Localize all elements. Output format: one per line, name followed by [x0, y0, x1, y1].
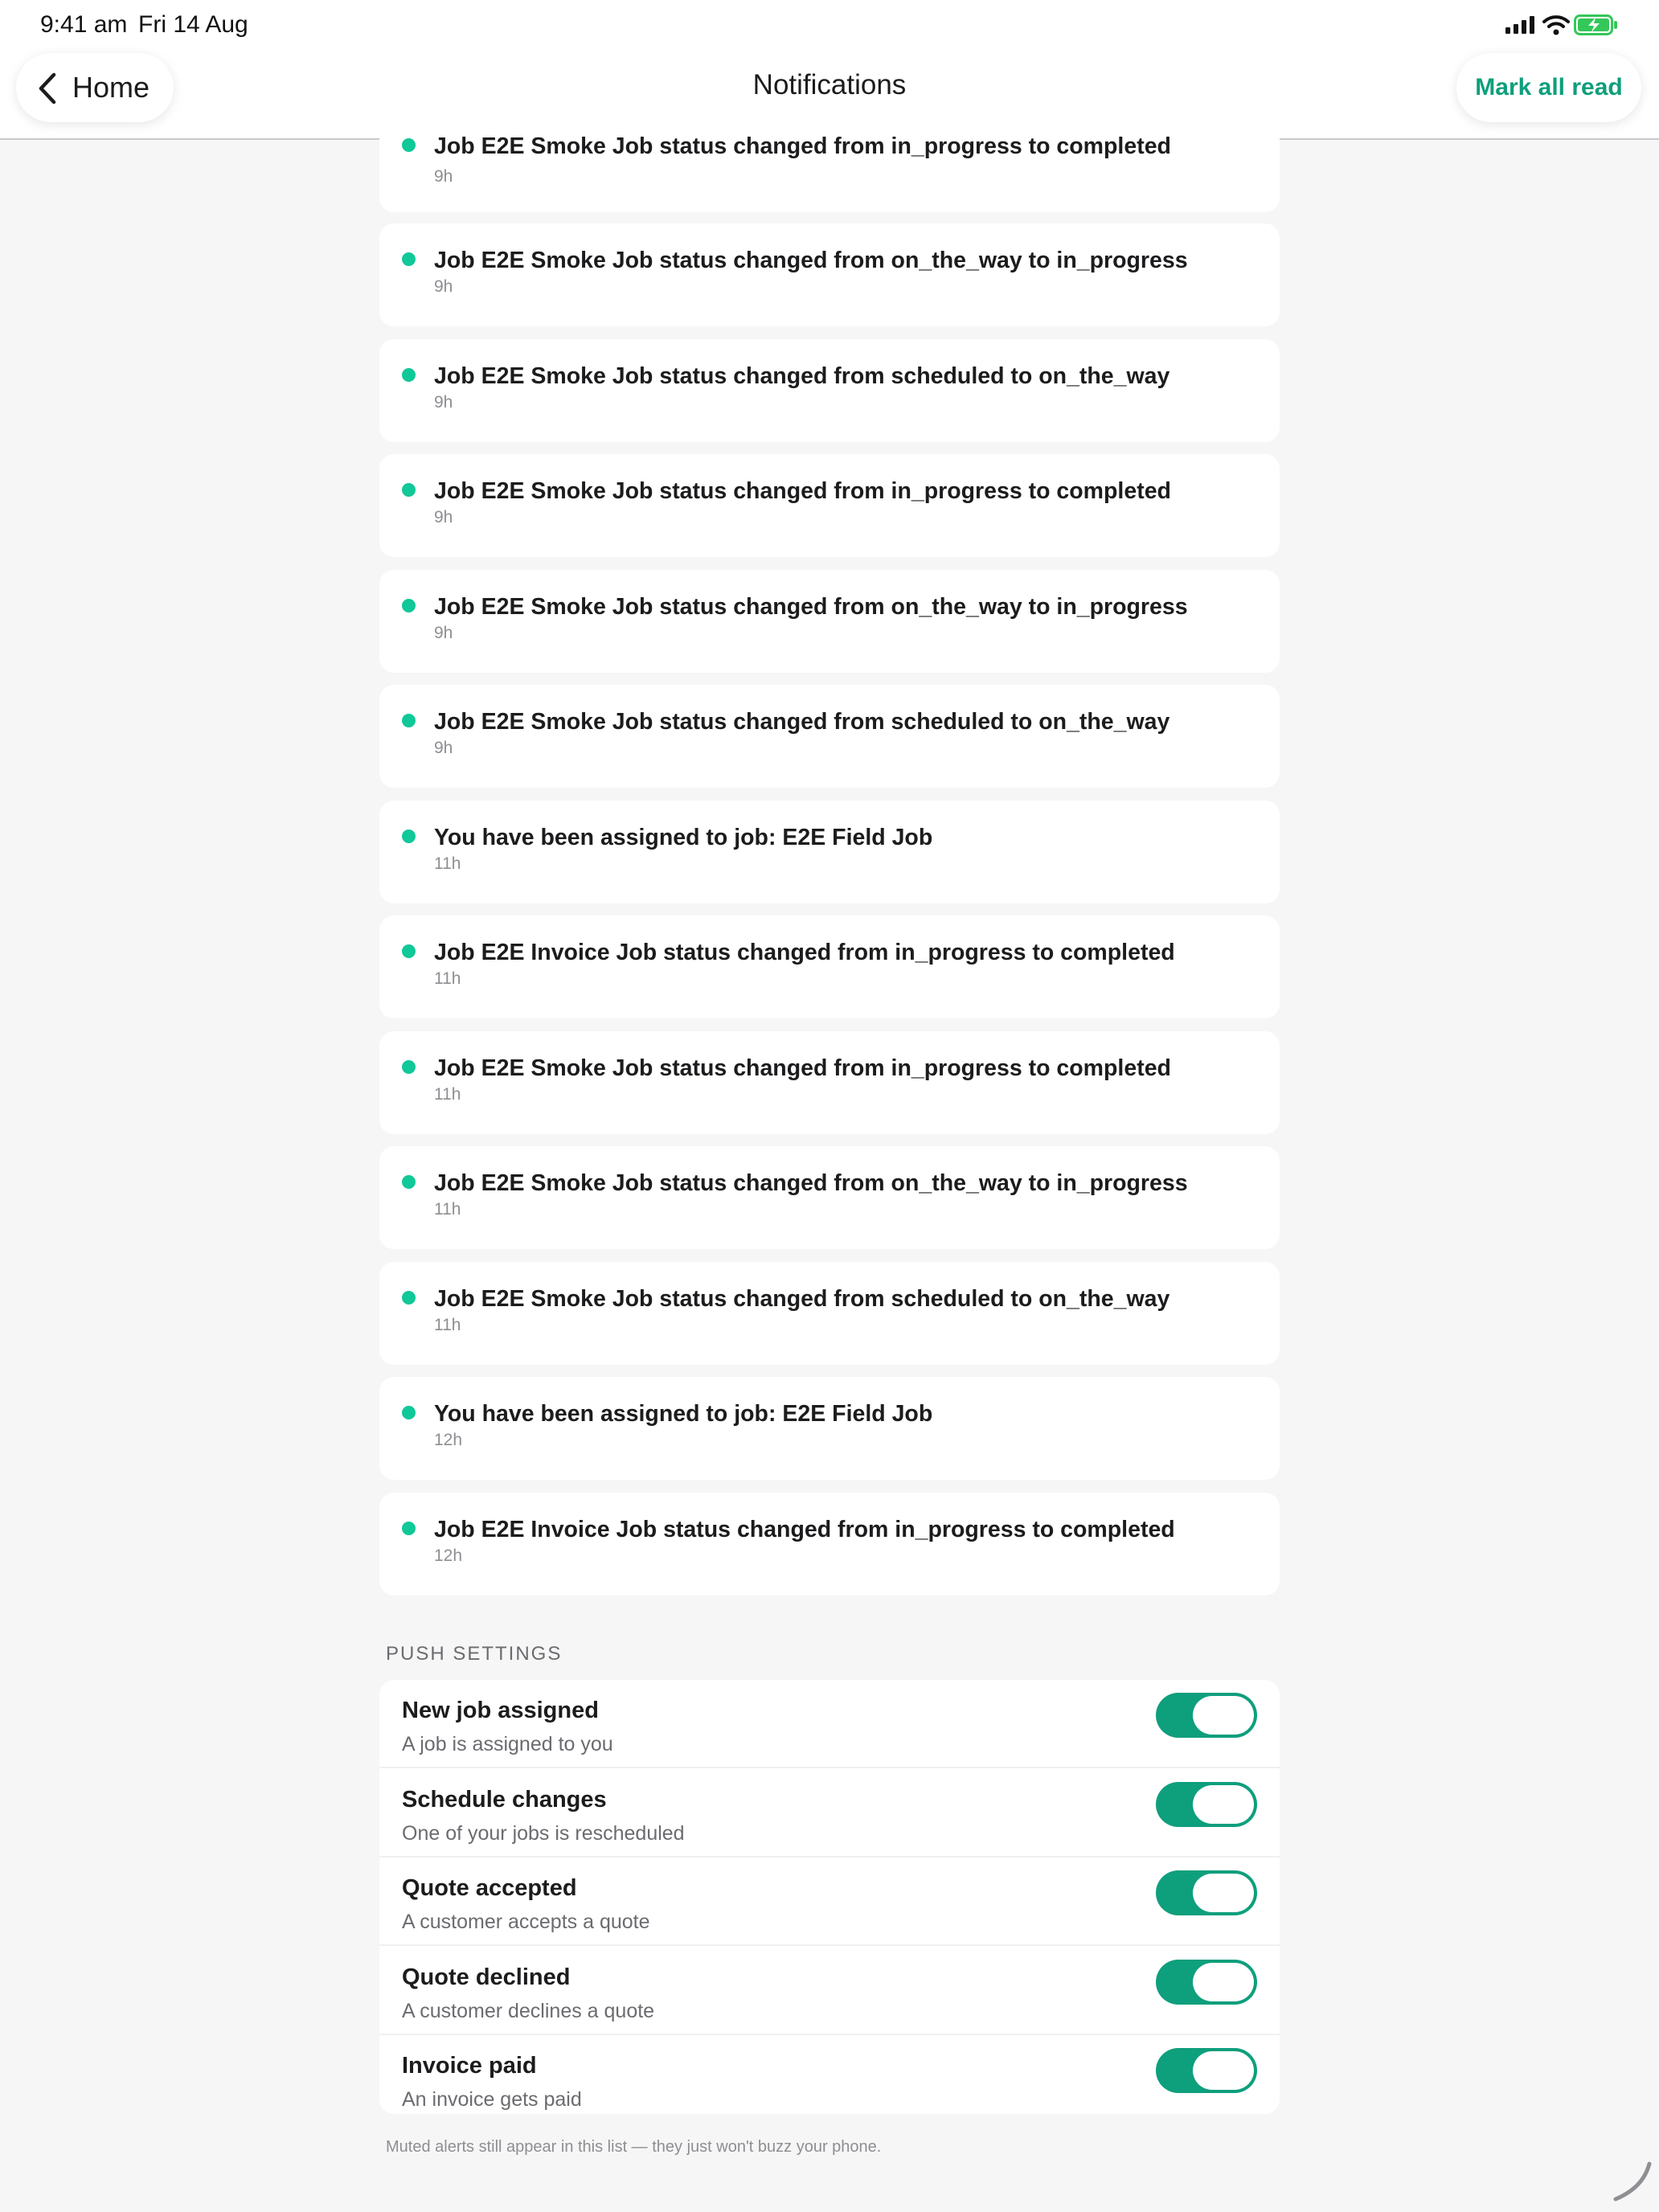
notification-text: Job E2E Smoke Job status changed from sc…	[434, 709, 1170, 735]
notification-item[interactable]: Job E2E Smoke Job status changed from on…	[379, 569, 1280, 673]
notification-time: 9h	[434, 739, 453, 757]
status-time: 9:41 am	[40, 11, 128, 38]
scroll-indicator-icon	[1613, 2161, 1652, 2202]
notification-text: Job E2E Smoke Job status changed from on…	[434, 1170, 1188, 1196]
unread-dot-icon	[402, 944, 416, 958]
notification-item[interactable]: Job E2E Invoice Job status changed from …	[379, 1492, 1280, 1596]
push-settings-footnote: Muted alerts still appear in this list —…	[386, 2138, 882, 2156]
toggle-knob	[1193, 1784, 1254, 1824]
toggle-knob	[1193, 1696, 1254, 1735]
setting-toggle[interactable]	[1156, 1959, 1257, 2005]
setting-row: Schedule changes One of your jobs is resc…	[379, 1769, 1280, 1858]
notification-time: 9h	[434, 392, 453, 412]
setting-subtitle: A customer declines a quote	[402, 1999, 655, 2022]
toggle-knob	[1193, 1962, 1254, 2001]
setting-title: Quote accepted	[402, 1875, 577, 1901]
setting-title: Quote declined	[402, 1964, 571, 1990]
wifi-icon	[1542, 15, 1570, 35]
setting-subtitle: One of your jobs is rescheduled	[402, 1821, 685, 1845]
status-bar: 9:41 am Fri 14 Aug	[0, 0, 1659, 50]
unread-dot-icon	[402, 138, 416, 152]
notification-item[interactable]: Job E2E Smoke Job status changed from in…	[379, 1030, 1280, 1134]
notification-text: Job E2E Smoke Job status changed from in…	[434, 478, 1171, 504]
setting-subtitle: A job is assigned to you	[402, 1733, 613, 1755]
notification-time: 9h	[434, 167, 453, 186]
notification-time: 9h	[434, 508, 453, 526]
notification-item[interactable]: Job E2E Smoke Job status changed from on…	[379, 1146, 1280, 1249]
setting-toggle[interactable]	[1156, 1781, 1257, 1827]
setting-row: Quote declined A customer declines a quot…	[379, 1947, 1280, 2035]
setting-toggle[interactable]	[1156, 1693, 1257, 1738]
notification-time: 11h	[434, 1200, 461, 1219]
notification-text: You have been assigned to job: E2E Field…	[434, 824, 933, 850]
unread-dot-icon	[402, 1059, 416, 1074]
unread-dot-icon	[402, 1406, 416, 1419]
notification-item[interactable]: Job E2E Smoke Job status changed from sc…	[379, 685, 1280, 788]
unread-dot-icon	[402, 483, 416, 497]
page-title: Notifications	[752, 69, 907, 100]
notification-item[interactable]: Job E2E Smoke Job status changed from on…	[379, 223, 1280, 326]
notification-time: 12h	[434, 1431, 463, 1449]
notification-time: 9h	[434, 277, 453, 296]
notification-text: Job E2E Invoice Job status changed from …	[434, 1516, 1175, 1542]
setting-toggle[interactable]	[1156, 2048, 1257, 2093]
notification-item[interactable]: You have been assigned to job: E2E Field…	[379, 800, 1280, 903]
setting-subtitle: A customer accepts a quote	[402, 1911, 650, 1933]
unread-dot-icon	[402, 829, 416, 843]
unread-dot-icon	[402, 714, 416, 727]
setting-row: New job assigned A job is assigned to you	[379, 1680, 1280, 1768]
navigation-bar: Home Notifications Mark all read	[0, 50, 1659, 140]
notification-text: Job E2E Smoke Job status changed from on…	[434, 593, 1188, 620]
setting-title: Schedule changes	[402, 1786, 607, 1813]
notification-time: 12h	[434, 1546, 463, 1565]
notification-time: 11h	[434, 969, 461, 988]
notification-item[interactable]: Job E2E Smoke Job status changed from sc…	[379, 338, 1280, 442]
unread-dot-icon	[402, 252, 416, 266]
notification-text: Job E2E Smoke Job status changed from sc…	[434, 363, 1170, 389]
push-settings-group: New job assigned A job is assigned to you…	[379, 1680, 1280, 2114]
push-settings-header: PUSH SETTINGS	[386, 1643, 563, 1665]
notification-text: Job E2E Smoke Job status changed from on…	[434, 248, 1188, 273]
notification-item[interactable]: Job E2E Smoke Job status changed from sc…	[379, 1261, 1280, 1365]
notification-item[interactable]: Job E2E Invoice Job status changed from …	[379, 916, 1280, 1018]
cellular-signal-icon	[1505, 16, 1534, 34]
notification-text: You have been assigned to job: E2E Field…	[434, 1401, 933, 1427]
notification-text: Job E2E Smoke Job status changed from in…	[434, 1055, 1171, 1081]
notification-item[interactable]: Job E2E Smoke Job status changed from in…	[379, 454, 1280, 557]
setting-row: Quote accepted A customer accepts a quote	[379, 1858, 1280, 1946]
toggle-knob	[1193, 1874, 1254, 1912]
notification-text: Job E2E Smoke Job status changed from sc…	[434, 1285, 1170, 1312]
unread-dot-icon	[402, 367, 416, 382]
notification-time: 11h	[434, 1315, 461, 1334]
battery-charging-icon	[1574, 14, 1617, 35]
unread-dot-icon	[402, 1521, 416, 1535]
mark-all-read-button[interactable]: Mark all read	[1456, 53, 1641, 122]
setting-title: Invoice paid	[402, 2053, 537, 2079]
setting-toggle[interactable]	[1156, 1870, 1257, 1915]
notification-time: 9h	[434, 623, 453, 642]
unread-dot-icon	[402, 1290, 416, 1305]
notification-item[interactable]: You have been assigned to job: E2E Field…	[379, 1377, 1280, 1480]
notification-time: 11h	[434, 854, 461, 873]
notification-time: 11h	[434, 1084, 461, 1104]
unread-dot-icon	[402, 598, 416, 612]
notification-text: Job E2E Invoice Job status changed from …	[434, 940, 1175, 965]
setting-row: Invoice paid An invoice gets paid	[379, 2035, 1280, 2114]
toggle-knob	[1193, 2051, 1254, 2090]
notification-text: Job E2E Smoke Job status changed from in…	[434, 133, 1171, 159]
setting-subtitle: An invoice gets paid	[402, 2088, 582, 2111]
unread-dot-icon	[402, 1175, 416, 1189]
status-date: Fri 14 Aug	[138, 11, 248, 38]
setting-title: New job assigned	[402, 1698, 599, 1723]
notification-item[interactable]: Job E2E Smoke Job status changed from in…	[379, 133, 1280, 212]
